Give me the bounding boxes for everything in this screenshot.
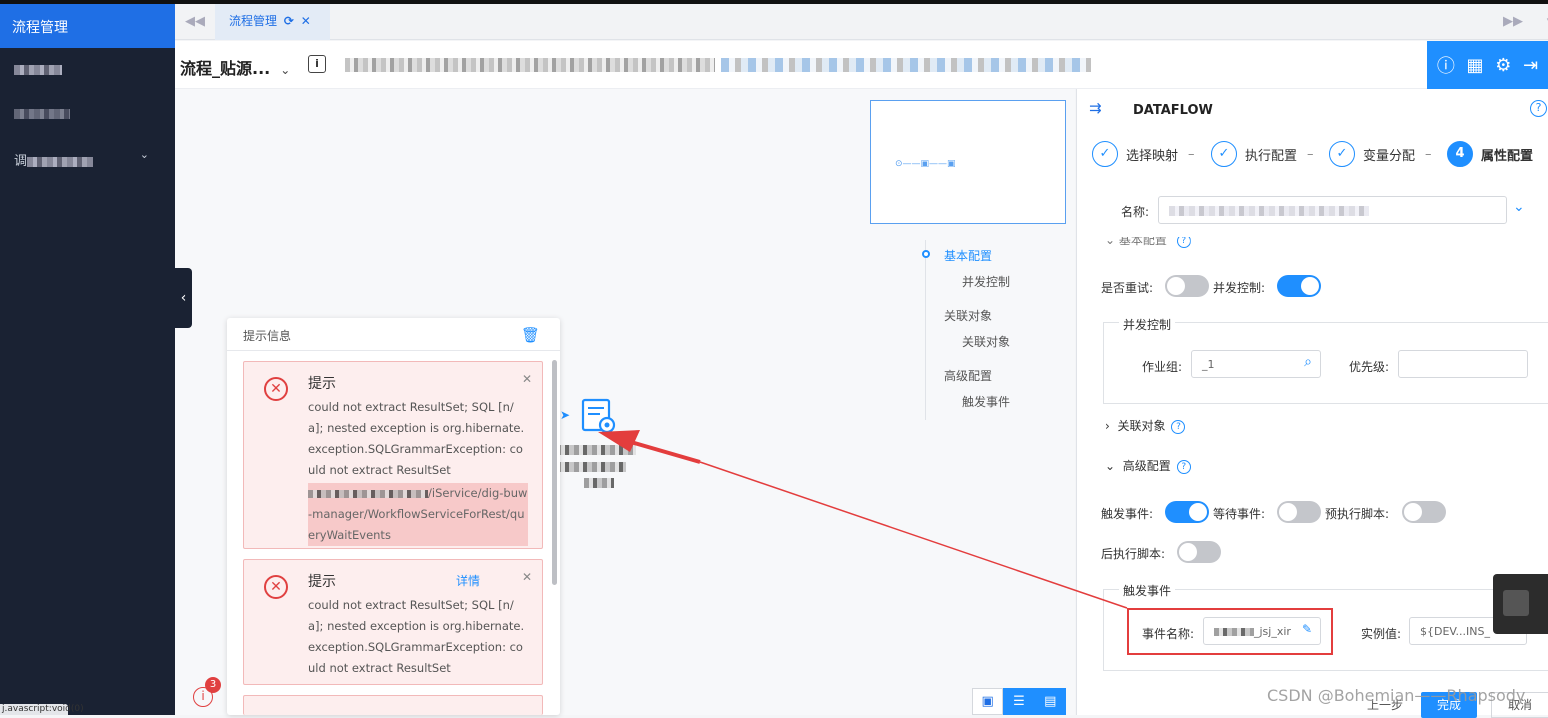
doc-settings-icon[interactable]: ▤ [1034,688,1066,715]
collapse-panel-icon[interactable]: ⇉ [1089,99,1102,117]
step-2[interactable]: ✓ 执行配置 – [1211,141,1314,167]
chevron-down-icon[interactable]: ⌄ [1513,199,1525,215]
dataflow-node-icon[interactable] [580,398,618,436]
node-label [556,442,646,488]
detail-link[interactable]: 详情 [456,572,480,589]
double-chevron-right-icon[interactable]: ▶▶ [1493,4,1533,40]
job-group-label: 作业组: [1142,360,1183,374]
outline-item-basic[interactable]: 基本配置 [944,247,992,264]
list-view-icon[interactable]: ☰ [1003,688,1035,715]
pre-script-label: 预执行脚本: [1325,507,1390,521]
outline-item-concurrency[interactable]: 并发控制 [962,273,1010,290]
status-bar-url: j.avascript:void(0) [0,704,84,715]
collapse-sidebar-handle[interactable]: ‹ [175,268,192,328]
message-text: could not extract ResultSet; SQL [n/a]; … [308,400,525,477]
logout-icon[interactable]: ⇥ [1523,55,1538,76]
info-icon[interactable]: i [308,55,326,73]
widget-icon [1503,590,1529,616]
outline-item-trigger[interactable]: 触发事件 [962,393,1010,410]
message-title: 提示 [308,574,336,590]
close-icon[interactable]: ✕ [301,14,311,28]
tab-bar: ◀◀ 流程管理 ⟳ ✕ ▶▶ ▾ [175,4,1548,40]
panel-title: DATAFLOW [1133,103,1213,118]
message-panel: 提示信息 🗑 ✕ 提示 ✕ could not extract ResultSet… [227,318,560,715]
name-field[interactable] [1158,196,1507,224]
sidebar-item-2[interactable] [0,92,175,136]
sidebar-item-1[interactable] [0,48,175,92]
error-icon: ✕ [264,377,288,401]
error-icon: ✕ [264,575,288,599]
instance-label: 实例值: [1361,627,1402,641]
sidebar-item-label: 调 [14,154,28,169]
help-icon[interactable]: ⓘ [1437,52,1455,78]
related-section-header[interactable]: › 关联对象? [1105,417,1186,434]
post-script-label: 后执行脚本: [1101,547,1166,561]
post-script-toggle[interactable] [1177,541,1221,563]
annotation-highlight-box [1127,608,1333,655]
concurrency-toggle[interactable] [1277,275,1321,297]
message-title: 提示 [308,376,336,392]
name-label: 名称: [1121,205,1150,219]
error-message-3 [243,695,543,715]
image-view-icon[interactable]: ▣ [972,688,1004,715]
message-text: could not extract ResultSet; SQL [n/a]; … [308,598,525,675]
step-1[interactable]: ✓ 选择映射 – [1092,141,1195,167]
help-icon[interactable]: ? [1530,100,1547,117]
sidebar: 流程管理 调 ⌄ [0,4,175,715]
error-message-2: ✕ 提示 详情 ✕ could not extract ResultSet; S… [243,559,543,685]
toolbar-action-group: ⓘ ▦ ⚙ ⇥ [1427,41,1548,89]
close-icon[interactable]: ✕ [522,372,532,386]
trash-icon[interactable]: 🗑 [521,326,540,344]
outline-item-advanced[interactable]: 高级配置 [944,367,992,384]
outline-item-related-sub[interactable]: 关联对象 [962,333,1010,350]
search-icon[interactable]: ⌕ [1304,354,1312,370]
outline-item-related[interactable]: 关联对象 [944,307,992,324]
minimap-flow: ⊙——▣——▣ [895,159,956,169]
trigger-fieldset-legend: 触发事件 [1119,582,1176,599]
step-3[interactable]: ✓ 变量分配 – [1329,141,1432,167]
outline-active-dot [922,250,930,258]
tab-label: 流程管理 [229,14,278,28]
floating-widget[interactable] [1493,574,1548,634]
alert-count-badge: 3 [205,677,221,693]
priority-label: 优先级: [1349,360,1390,374]
sidebar-item-3[interactable]: 调 ⌄ [0,136,175,180]
toolbar-blurred-text [345,57,1091,72]
wait-label: 等待事件: [1213,507,1266,521]
tab-process[interactable]: 流程管理 ⟳ ✕ [215,4,330,40]
refresh-icon[interactable]: ⟳ [284,14,294,28]
node-connector: ➤ [560,408,571,422]
message-scrollbar[interactable] [552,360,557,585]
retry-label: 是否重试: [1101,281,1154,295]
wait-toggle[interactable] [1277,501,1321,523]
view-toggle-group: ▣ ☰ ▤ [972,688,1066,715]
toolbar: 流程_贴源... ⌄ i ⓘ ▦ ⚙ ⇥ [175,41,1548,89]
concurrency-label: 并发控制: [1213,281,1266,295]
chevron-down-icon: ⌄ [139,148,149,161]
pre-script-toggle[interactable] [1402,501,1446,523]
grid-icon[interactable]: ▦ [1467,55,1484,76]
priority-input[interactable] [1398,350,1528,378]
basic-section-header[interactable]: ⌄ 基本配置 ? [1105,237,1191,248]
job-group-input[interactable]: _1 ⌕ [1191,350,1321,378]
double-chevron-left-icon[interactable]: ◀◀ [175,4,215,40]
retry-toggle[interactable] [1165,275,1209,297]
close-icon[interactable]: ✕ [522,570,532,584]
trigger-label: 触发事件: [1101,507,1154,521]
minimap[interactable]: ⊙——▣——▣ [870,100,1066,224]
concurrency-fieldset-legend: 并发控制 [1119,316,1176,333]
page-title[interactable]: 流程_贴源... ⌄ [180,55,290,79]
watermark: CSDN @Bohemian——Rhapsody [1267,686,1526,705]
step-4[interactable]: 4 属性配置 [1447,141,1533,167]
sidebar-brand[interactable]: 流程管理 [0,4,175,48]
gear-icon[interactable]: ⚙ [1495,55,1511,76]
message-panel-title: 提示信息 [243,329,292,343]
trigger-toggle[interactable] [1165,501,1209,523]
dropdown-icon[interactable]: ▾ [1540,4,1548,40]
advanced-section-header[interactable]: ⌄ 高级配置? [1105,457,1191,474]
chevron-down-icon[interactable]: ⌄ [280,63,290,77]
outline-nav: 基本配置 并发控制 关联对象 关联对象 高级配置 触发事件 [922,240,1075,420]
error-message-1: ✕ 提示 ✕ could not extract ResultSet; SQL … [243,361,543,549]
